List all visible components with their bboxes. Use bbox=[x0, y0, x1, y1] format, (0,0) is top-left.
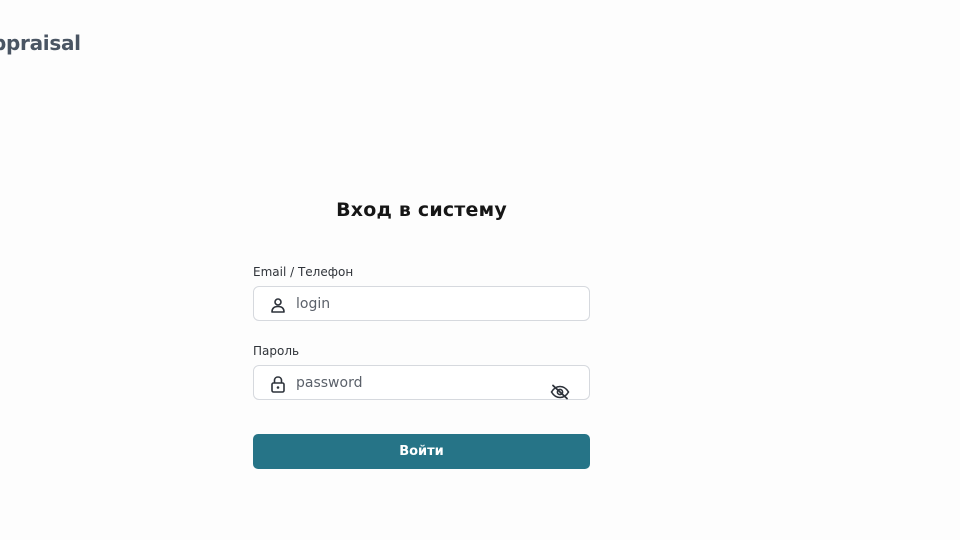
login-page: ppraisal Вход в систему Email / Телефон … bbox=[0, 0, 960, 540]
form-title: Вход в систему bbox=[336, 199, 507, 221]
password-field[interactable] bbox=[253, 365, 590, 400]
password-input[interactable] bbox=[296, 366, 546, 399]
login-input[interactable] bbox=[296, 287, 546, 320]
user-icon bbox=[269, 296, 287, 314]
login-form: Вход в систему Email / Телефон Пароль bbox=[253, 196, 590, 469]
login-button[interactable]: Войти bbox=[253, 434, 590, 469]
login-field-label: Email / Телефон bbox=[253, 265, 354, 279]
login-field[interactable] bbox=[253, 286, 590, 321]
password-field-label: Пароль bbox=[253, 344, 300, 358]
eye-off-icon[interactable] bbox=[549, 381, 571, 403]
brand-logo: ppraisal bbox=[0, 31, 81, 55]
lock-icon bbox=[269, 375, 287, 393]
